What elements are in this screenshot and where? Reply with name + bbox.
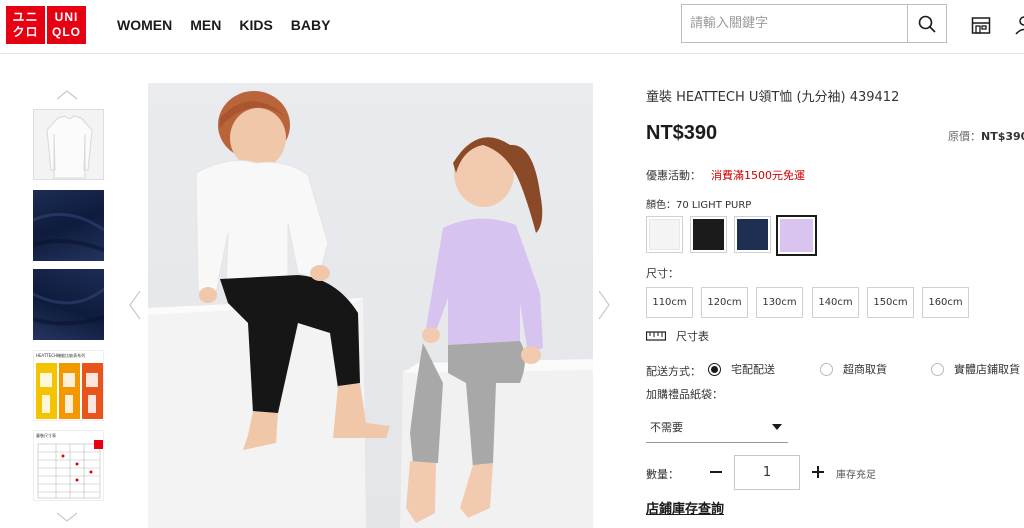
promo-label: 優惠活動： [646,169,701,182]
color-swatch-black[interactable] [690,216,727,253]
thumbnail-infographic[interactable]: HEATTECH機能比較表系列 [33,350,104,421]
thumbnail-down-arrow-icon[interactable] [56,512,78,522]
thumbnail-white-shirt[interactable] [33,109,104,180]
size-option-110[interactable]: 110cm [646,287,693,318]
search-button[interactable] [907,5,946,42]
size-chart-label: 尺寸表 [676,330,709,343]
product-title: 童裝 HEATTECH U領T恤 (九分袖) 439412 [646,90,900,105]
logo-katakana-bottom: クロ [12,25,39,39]
white-shirt-image [46,115,93,179]
minus-icon [710,471,722,473]
search-input[interactable] [682,5,907,42]
plus-icon [812,466,824,478]
original-price-value: NT$390 [981,130,1024,143]
gift-bag-value: 不需要 [650,420,683,434]
store-icon[interactable] [971,15,991,35]
search-icon [918,15,936,33]
uniqlo-logo[interactable]: ユニ クロ UNI QLO [6,6,86,44]
chevron-down-icon [772,423,782,430]
original-price-label: 原價： [948,130,981,143]
shipping-label: 配送方式： [646,365,701,378]
infographic-image [36,363,103,419]
size-table-image [37,440,103,499]
promo-text[interactable]: 消費滿1500元免運 [711,169,805,182]
logo-latin-bottom: QLO [52,25,81,39]
nav-men[interactable]: MEN [190,17,221,33]
swatch-fill [693,219,724,250]
fabric-fold-image [33,287,104,326]
nav-women[interactable]: WOMEN [117,17,172,33]
swatch-fill [649,219,680,250]
logo-katakana-top: ユニ [12,10,39,24]
infographic-caption: HEATTECH機能比較表系列 [36,353,86,358]
color-swatch-white[interactable] [646,216,683,253]
color-label: 顏色：70 LIGHT PURP [646,200,752,211]
thumbnail-navy-fabric-1[interactable] [33,190,104,261]
nav-baby[interactable]: BABY [291,17,331,33]
store-stock-link[interactable]: 店鋪庫存查詢 [646,498,724,517]
thumbnail-navy-fabric-2[interactable] [33,269,104,340]
radio-icon [820,362,833,376]
size-label: 尺寸： [646,267,679,280]
shipping-option-store-pickup[interactable]: 實體店鋪取貨 [931,361,1020,377]
quantity-increase-button[interactable] [810,462,826,482]
swatch-fill [780,219,813,252]
gift-bag-label: 加購禮品紙袋： [646,388,723,401]
color-swatch-light-purple[interactable] [776,215,817,256]
logo-latin-block: UNI QLO [47,6,86,44]
promotion: 優惠活動： 消費滿1500元免運 [646,167,805,183]
radio-selected-icon [708,362,721,376]
logo-latin-top: UNI [54,10,79,24]
thumbnail-up-arrow-icon[interactable] [56,90,78,100]
nav-kids[interactable]: KIDS [239,17,272,33]
size-option-160[interactable]: 160cm [922,287,969,318]
shipping-option-label: 超商取貨 [843,363,887,376]
gift-bag-select[interactable]: 不需要 [646,411,788,443]
quantity-label: 數量： [646,468,679,481]
radio-icon [931,362,944,376]
size-option-150[interactable]: 150cm [867,287,914,318]
ruler-icon [646,331,666,341]
stock-status: 庫存充足 [836,470,876,481]
swatch-fill [737,219,768,250]
main-nav: WOMEN MEN KIDS BABY [117,17,330,33]
kids-photo-image [148,91,593,528]
quantity-input[interactable]: 1 [734,455,800,490]
product-main-image [148,83,593,528]
shipping-option-label: 實體店鋪取貨 [954,363,1020,376]
fabric-fold-image [33,212,104,252]
original-price: 原價：NT$390 [948,128,1024,144]
shipping-option-home[interactable]: 宅配配送 [708,361,775,377]
quantity-decrease-button[interactable] [708,462,724,482]
color-swatch-navy[interactable] [734,216,771,253]
thumbnail-size-table[interactable]: 童裝尺寸表 [33,430,104,501]
next-image-arrow-icon[interactable] [598,290,610,320]
shipping-option-convenience-store[interactable]: 超商取貨 [820,361,887,377]
site-header: ユニ クロ UNI QLO WOMEN MEN KIDS BABY [0,0,1024,54]
prev-image-arrow-icon[interactable] [129,290,141,320]
search-bar [681,4,947,43]
product-price: NT$390 [646,122,718,144]
user-icon[interactable] [1014,14,1024,36]
shipping-option-label: 宅配配送 [731,363,775,376]
logo-katakana-block: ユニ クロ [6,6,45,44]
size-option-140[interactable]: 140cm [812,287,859,318]
size-option-130[interactable]: 130cm [756,287,803,318]
size-chart-link[interactable]: 尺寸表 [646,328,709,344]
size-option-120[interactable]: 120cm [701,287,748,318]
